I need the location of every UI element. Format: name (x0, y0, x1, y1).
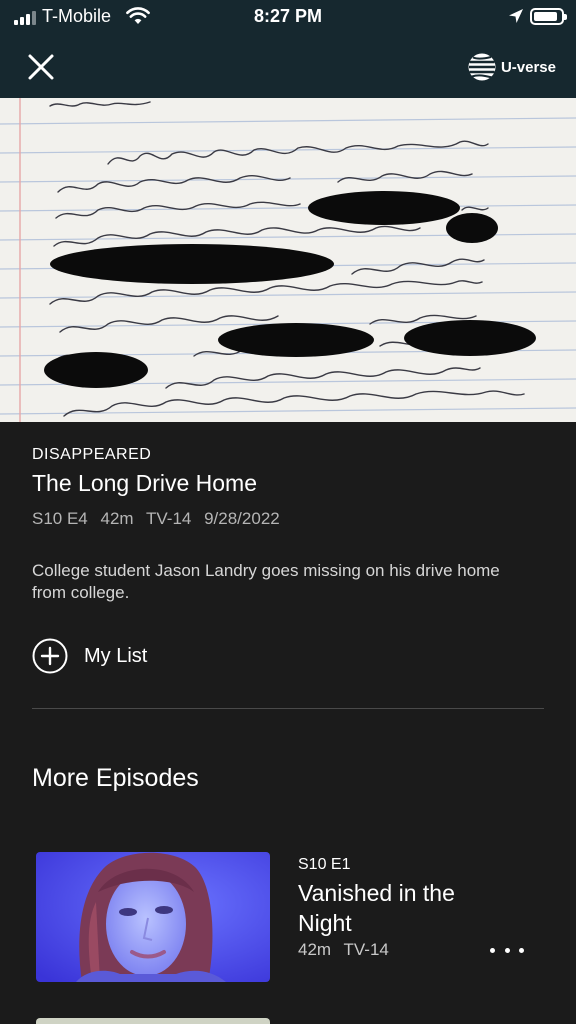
top-nav-bar: U-verse (0, 34, 576, 98)
episode-card-title[interactable]: Vanished in the Night (298, 878, 468, 938)
section-divider (32, 708, 544, 709)
more-episodes-heading: More Episodes (32, 764, 199, 792)
episode-hero-image (0, 98, 576, 422)
plus-circle-icon (32, 638, 68, 674)
battery-level (534, 12, 557, 21)
duration: 42m (100, 509, 134, 528)
air-date: 9/28/2022 (204, 509, 280, 528)
episode-meta: S10 E4 42m TV-14 9/28/2022 (32, 509, 288, 529)
episode-card-meta: 42m TV-14 (298, 940, 397, 960)
status-time: 8:27 PM (253, 6, 323, 26)
location-arrow-icon (509, 9, 523, 23)
brand-logo: U-verse (467, 52, 556, 82)
next-episode-thumbnail-partial[interactable] (36, 1018, 270, 1024)
episode-title: The Long Drive Home (32, 470, 257, 496)
my-list-button[interactable]: My List (32, 638, 147, 674)
episode-card-duration: 42m (298, 940, 332, 959)
close-icon[interactable] (22, 48, 60, 86)
att-globe-icon (468, 53, 496, 81)
episode-thumbnail[interactable] (36, 852, 270, 982)
episode-card-rating: TV-14 (343, 940, 389, 959)
status-bar: T-Mobile 8:27 PM (0, 0, 576, 34)
portrait-image (36, 852, 270, 982)
episode-card-season-episode: S10 E1 (298, 856, 351, 873)
episode-card[interactable]: S10 E1 Vanished in the Night 42m TV-14 (36, 852, 556, 982)
battery-icon (530, 8, 567, 25)
my-list-label: My List (84, 644, 148, 667)
rating: TV-14 (146, 509, 192, 528)
show-name: DISAPPEARED (32, 446, 152, 463)
episode-description: College student Jason Landry goes missin… (32, 561, 500, 602)
more-options-icon[interactable] (490, 940, 524, 960)
season-episode: S10 E4 (32, 509, 88, 528)
brand-name: U-verse (500, 58, 556, 76)
handwritten-letter-image (0, 98, 576, 422)
